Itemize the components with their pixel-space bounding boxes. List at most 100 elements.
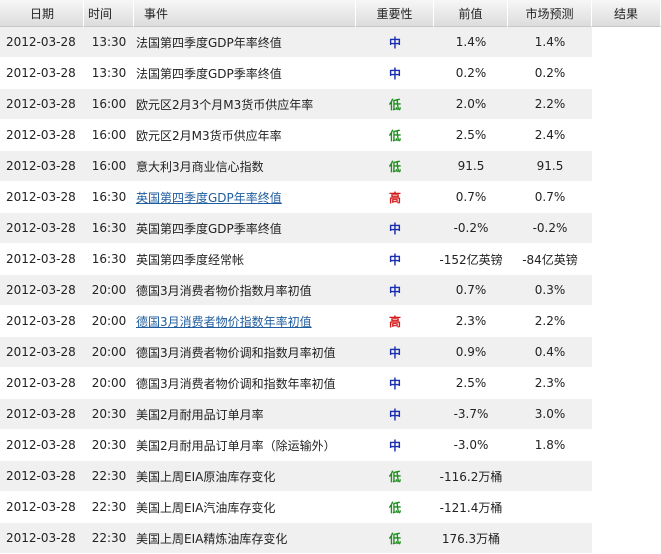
row-event: 欧元区2月M3货币供应年率 (134, 120, 356, 151)
row-importance: 中 (356, 337, 434, 368)
row-date: 2012-03-28 (0, 244, 84, 275)
row-forecast: 2.2% (508, 306, 592, 337)
row-forecast: 1.8% (508, 430, 592, 461)
row-forecast (508, 492, 592, 523)
importance-badge: 低 (388, 159, 401, 174)
table-row: 2012-03-28 20:00 德国3月消费者物价指数年率初值 高 2.3% 2.2% (0, 306, 661, 337)
row-result (592, 492, 661, 523)
row-previous: -3.7% (434, 399, 508, 430)
table-row: 2012-03-28 22:30 美国上周EIA精炼油库存变化 低 176.3万桶 (0, 523, 661, 554)
row-importance: 中 (356, 275, 434, 306)
row-importance: 中 (356, 368, 434, 399)
calendar-body: 2012-03-28 13:30 法国第四季度GDP年率终值中 1.4% 1.4% 201… (0, 27, 661, 554)
row-result (592, 182, 661, 213)
row-previous: 0.7% (434, 182, 508, 213)
table-row: 2012-03-28 16:00 欧元区2月M3货币供应年率 低 2.5% 2.4% (0, 120, 661, 151)
row-result (592, 89, 661, 120)
row-time: 20:30 (84, 430, 134, 461)
row-previous: 2.3% (434, 306, 508, 337)
row-time: 20:00 (84, 337, 134, 368)
row-time: 16:00 (84, 151, 134, 182)
row-time: 20:00 (84, 275, 134, 306)
importance-badge: 中 (388, 283, 401, 298)
event-link[interactable]: 德国3月消费者物价指数年率初值 (136, 315, 312, 329)
row-date: 2012-03-28 (0, 89, 84, 120)
row-time: 22:30 (84, 492, 134, 523)
header-result: 结果 (592, 0, 661, 27)
row-event: 英国第四季度经常帐 (134, 244, 356, 275)
importance-badge: 中 (388, 345, 401, 360)
row-result (592, 213, 661, 244)
row-event: 德国3月消费者物价调和指数月率初值 (134, 337, 356, 368)
row-forecast: 91.5 (508, 151, 592, 182)
row-date: 2012-03-28 (0, 275, 84, 306)
row-forecast: 0.3% (508, 275, 592, 306)
row-forecast: 2.4% (508, 120, 592, 151)
row-forecast: -84亿英镑 (508, 244, 592, 275)
row-event: 意大利3月商业信心指数 (134, 151, 356, 182)
table-row: 2012-03-28 22:30 美国上周EIA原油库存变化 低 -116.2万桶 (0, 461, 661, 492)
row-importance: 低 (356, 492, 434, 523)
row-date: 2012-03-28 (0, 27, 84, 58)
table-row: 2012-03-28 20:00 德国3月消费者物价指数月率初值 中 0.7% 0.3% (0, 275, 661, 306)
table-row: 2012-03-28 20:30 美国2月耐用品订单月率 中 -3.7% 3.0% (0, 399, 661, 430)
row-date: 2012-03-28 (0, 399, 84, 430)
row-result (592, 430, 661, 461)
importance-badge: 低 (388, 469, 401, 484)
row-importance: 低 (356, 461, 434, 492)
event-link[interactable]: 英国第四季度GDP年率终值 (136, 191, 282, 205)
importance-badge: 中 (388, 35, 401, 50)
importance-badge: 高 (388, 314, 401, 329)
row-result (592, 275, 661, 306)
table-row: 2012-03-28 16:00 意大利3月商业信心指数 低 91.5 91.5 (0, 151, 661, 182)
row-event: 法国第四季度GDP年率终值 (134, 27, 356, 58)
row-event: 美国2月耐用品订单月率（除运输外） (134, 430, 356, 461)
row-previous: 1.4% (434, 27, 508, 58)
row-importance: 中 (356, 399, 434, 430)
row-forecast: 3.0% (508, 399, 592, 430)
row-result (592, 523, 661, 554)
importance-badge: 中 (388, 407, 401, 422)
table-row: 2012-03-28 20:00 德国3月消费者物价调和指数月率初值 中 0.9% 0.4… (0, 337, 661, 368)
table-row: 2012-03-28 20:30 美国2月耐用品订单月率（除运输外） 中 -3.0% 1.… (0, 430, 661, 461)
table-row: 2012-03-28 16:30 英国第四季度GDP年率终值 高 0.7% 0.7% (0, 182, 661, 213)
header-date: 日期 (0, 0, 84, 27)
row-result (592, 151, 661, 182)
row-result (592, 58, 661, 89)
row-previous: 0.9% (434, 337, 508, 368)
table-row: 2012-03-28 22:30 美国上周EIA汽油库存变化 低 -121.4万桶 (0, 492, 661, 523)
row-importance: 低 (356, 523, 434, 554)
row-forecast: 1.4% (508, 27, 592, 58)
row-importance: 中 (356, 430, 434, 461)
row-previous: 2.5% (434, 368, 508, 399)
row-result (592, 27, 661, 58)
row-forecast: 2.3% (508, 368, 592, 399)
row-time: 20:00 (84, 306, 134, 337)
row-event: 美国上周EIA汽油库存变化 (134, 492, 356, 523)
row-date: 2012-03-28 (0, 120, 84, 151)
importance-badge: 中 (388, 221, 401, 236)
row-importance: 中 (356, 58, 434, 89)
importance-badge: 低 (388, 531, 401, 546)
importance-badge: 低 (388, 500, 401, 515)
row-forecast: -0.2% (508, 213, 592, 244)
row-importance: 低 (356, 120, 434, 151)
row-date: 2012-03-28 (0, 151, 84, 182)
row-event: 德国3月消费者物价指数年率初值 (134, 306, 356, 337)
row-importance: 低 (356, 89, 434, 120)
importance-badge: 中 (388, 252, 401, 267)
row-forecast: 0.7% (508, 182, 592, 213)
header-forecast: 市场预测 (508, 0, 592, 27)
row-event: 美国上周EIA原油库存变化 (134, 461, 356, 492)
importance-badge: 低 (388, 97, 401, 112)
row-previous: -152亿英镑 (434, 244, 508, 275)
row-previous: 0.2% (434, 58, 508, 89)
row-date: 2012-03-28 (0, 430, 84, 461)
row-date: 2012-03-28 (0, 337, 84, 368)
table-row: 2012-03-28 16:30 英国第四季度GDP季率终值 中 -0.2% -0.2% (0, 213, 661, 244)
row-time: 22:30 (84, 461, 134, 492)
importance-badge: 高 (388, 190, 401, 205)
row-previous: 2.0% (434, 89, 508, 120)
row-date: 2012-03-28 (0, 461, 84, 492)
calendar-table: 日期 时间 事件 重要性 前值 市场预测 结果 2012-03-28 13:30 法… (0, 0, 661, 554)
